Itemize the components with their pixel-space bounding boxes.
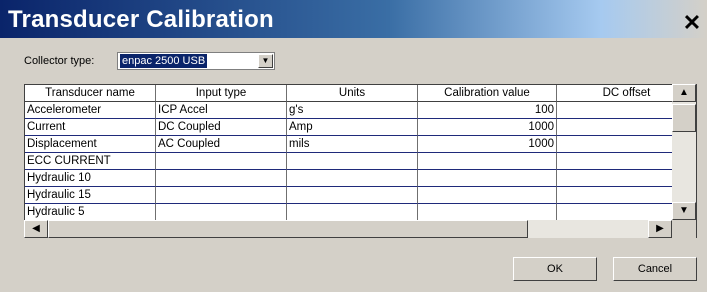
table-row[interactable]: Hydraulic 10 [25, 170, 696, 187]
cell-units[interactable]: g's [287, 102, 418, 119]
table-row[interactable]: Hydraulic 5 [25, 204, 696, 221]
scrollbar-corner [672, 220, 696, 238]
header-input-type[interactable]: Input type [156, 85, 287, 102]
horizontal-scroll-thumb[interactable] [48, 220, 528, 238]
cell-calibration-value[interactable] [418, 153, 557, 170]
window-title: Transducer Calibration [8, 6, 274, 33]
vertical-scrollbar[interactable]: ▲ ▼ [672, 84, 696, 220]
collector-type-label: Collector type: [24, 55, 95, 67]
cell-transducer-name[interactable]: Hydraulic 10 [25, 170, 156, 187]
cell-units[interactable] [287, 187, 418, 204]
header-units[interactable]: Units [287, 85, 418, 102]
dropdown-arrow-icon[interactable]: ▼ [258, 54, 273, 68]
cell-calibration-value[interactable] [418, 204, 557, 221]
table-row[interactable]: ECC CURRENT [25, 153, 696, 170]
cell-calibration-value[interactable] [418, 187, 557, 204]
cell-input-type[interactable] [156, 153, 287, 170]
scroll-down-icon[interactable]: ▼ [672, 202, 696, 220]
cell-units[interactable] [287, 204, 418, 221]
cell-transducer-name[interactable]: Displacement [25, 136, 156, 153]
collector-type-value: enpac 2500 USB [120, 54, 208, 68]
calibration-table: Transducer name Input type Units Calibratio… [24, 84, 697, 238]
cell-transducer-name[interactable]: Hydraulic 5 [25, 204, 156, 221]
table-row[interactable]: Displacement AC Coupled mils 1000 [25, 136, 696, 153]
cell-transducer-name[interactable]: ECC CURRENT [25, 153, 156, 170]
close-icon[interactable]: ✕ [681, 12, 703, 34]
cell-transducer-name[interactable]: Accelerometer [25, 102, 156, 119]
header-calibration-value[interactable]: Calibration value [418, 85, 557, 102]
cell-units[interactable] [287, 170, 418, 187]
ok-button[interactable]: OK [513, 257, 597, 281]
cell-units[interactable]: Amp [287, 119, 418, 136]
vertical-scroll-thumb[interactable] [672, 104, 696, 132]
scroll-up-icon[interactable]: ▲ [672, 84, 696, 102]
cell-calibration-value[interactable] [418, 170, 557, 187]
header-transducer-name[interactable]: Transducer name [25, 85, 156, 102]
cell-input-type[interactable] [156, 187, 287, 204]
cell-transducer-name[interactable]: Hydraulic 15 [25, 187, 156, 204]
table-row[interactable]: Current DC Coupled Amp 1000 [25, 119, 696, 136]
scroll-left-icon[interactable]: ◀ [24, 220, 48, 238]
cell-transducer-name[interactable]: Current [25, 119, 156, 136]
cell-calibration-value[interactable]: 1000 [418, 136, 557, 153]
cell-calibration-value[interactable]: 1000 [418, 119, 557, 136]
scroll-right-icon[interactable]: ▶ [648, 220, 672, 238]
table-row[interactable]: Hydraulic 15 [25, 187, 696, 204]
horizontal-scrollbar[interactable]: ◀ ▶ [24, 220, 672, 238]
title-bar[interactable]: Transducer Calibration ✕ [0, 0, 707, 38]
cell-units[interactable]: mils [287, 136, 418, 153]
cell-units[interactable] [287, 153, 418, 170]
table-row[interactable]: Accelerometer ICP Accel g's 100 [25, 102, 696, 119]
collector-type-select[interactable]: enpac 2500 USB ▼ [117, 52, 275, 70]
cell-input-type[interactable] [156, 204, 287, 221]
calibration-dialog: Transducer Calibration ✕ Collector type:… [0, 0, 707, 292]
cell-calibration-value[interactable]: 100 [418, 102, 557, 119]
cell-input-type[interactable]: ICP Accel [156, 102, 287, 119]
cell-input-type[interactable]: AC Coupled [156, 136, 287, 153]
cancel-button[interactable]: Cancel [613, 257, 697, 281]
cell-input-type[interactable] [156, 170, 287, 187]
cell-input-type[interactable]: DC Coupled [156, 119, 287, 136]
